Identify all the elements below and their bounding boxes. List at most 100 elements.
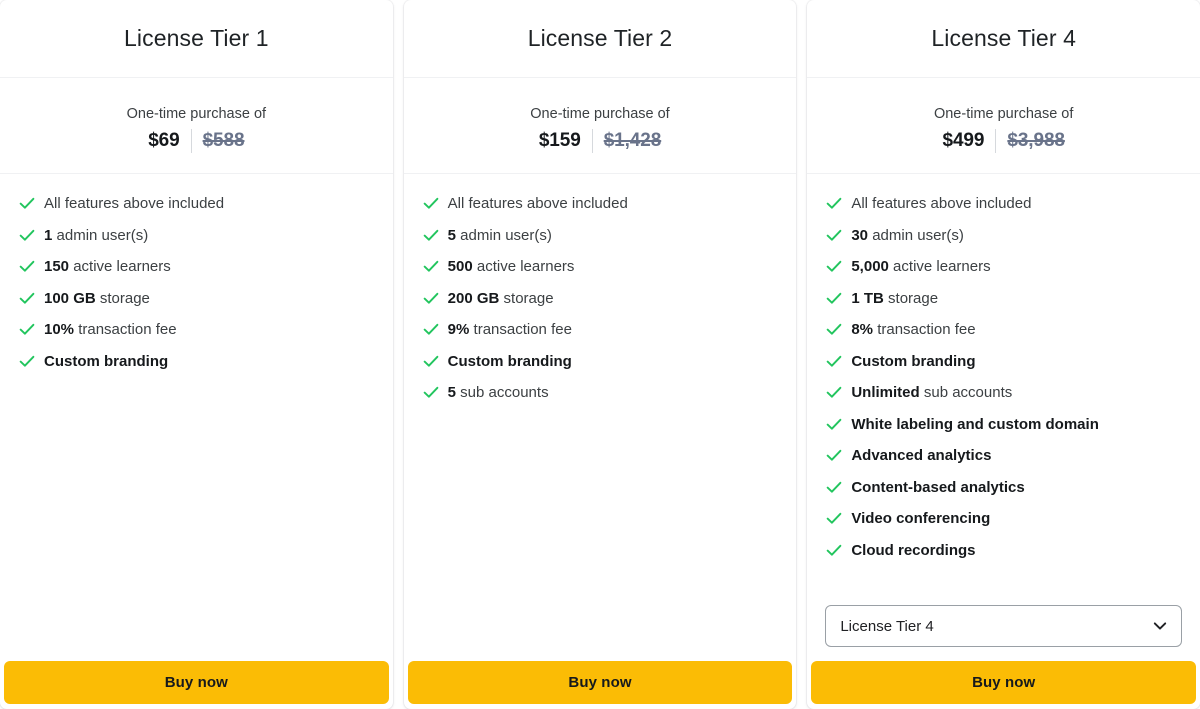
feature-label: 1 admin user(s) [44, 225, 148, 246]
feature-rest: storage [883, 289, 939, 307]
feature-label: 200 GB storage [448, 288, 554, 309]
buy-now-button[interactable]: Buy now [407, 661, 793, 704]
check-icon [826, 225, 842, 246]
feature-rest: Advanced analytics [851, 447, 992, 464]
price-divider [995, 129, 997, 154]
check-icon [826, 508, 842, 529]
feature-item: 5 sub accounts [404, 382, 797, 403]
feature-label: Custom branding [448, 351, 572, 372]
feature-item: Unlimited sub accounts [807, 382, 1200, 403]
feature-rest: transaction fee [469, 321, 572, 338]
check-icon [826, 351, 842, 372]
check-icon [19, 288, 35, 309]
check-icon [826, 414, 842, 435]
feature-label: All features above included [448, 193, 628, 214]
buy-now-button[interactable]: Buy now [4, 661, 389, 704]
price-original: $588 [202, 130, 245, 152]
feature-rest: All features above included [447, 195, 628, 212]
price-row: $69 $588 [148, 129, 245, 154]
feature-label: Custom branding [851, 351, 975, 372]
card-title: License Tier 1 [124, 24, 269, 51]
feature-label: 5,000 active learners [851, 256, 990, 277]
check-icon [826, 256, 842, 277]
feature-list: All features above included 5 admin user(… [404, 174, 797, 661]
feature-item: All features above included [0, 193, 393, 214]
check-icon [19, 351, 35, 372]
feature-item: 9% transaction fee [404, 319, 797, 340]
price-block: One-time purchase of $499 $3,988 [807, 78, 1200, 174]
feature-item: All features above included [807, 193, 1200, 214]
feature-label: 100 GB storage [44, 288, 150, 309]
feature-rest: Custom branding [44, 352, 169, 370]
feature-highlight: 1 TB [851, 289, 884, 307]
pricing-card: License Tier 2 One-time purchase of $159 $1… [403, 0, 797, 709]
tier-select[interactable]: License Tier 4 [825, 605, 1183, 647]
check-icon [19, 256, 35, 277]
price-caption: One-time purchase of [933, 105, 1074, 122]
check-icon [826, 477, 842, 498]
check-icon [826, 288, 842, 309]
pricing-board: License Tier 1 One-time purchase of $69 $58… [0, 0, 1200, 709]
feature-item: Content-based analytics [807, 477, 1200, 498]
feature-label: 500 active learners [448, 256, 575, 277]
feature-rest: active learners [69, 258, 171, 275]
feature-label: All features above included [851, 193, 1031, 214]
feature-label: 5 admin user(s) [448, 225, 552, 246]
feature-label: Advanced analytics [851, 445, 991, 466]
price-original: $3,988 [1007, 130, 1065, 152]
feature-rest: active learners [888, 258, 991, 275]
buy-now-button[interactable]: Buy now [811, 661, 1197, 704]
feature-label: Custom branding [44, 351, 168, 372]
check-icon [423, 193, 439, 214]
feature-rest: White labeling and custom domain [851, 415, 1099, 433]
tier-select-wrap: License Tier 4 [807, 605, 1200, 661]
price-row: $159 $1,428 [538, 129, 662, 154]
check-icon [423, 351, 439, 372]
price-current: $69 [148, 130, 180, 152]
card-title: License Tier 2 [527, 24, 673, 51]
check-icon [19, 319, 35, 340]
feature-rest: transaction fee [873, 321, 976, 338]
feature-list: All features above included 30 admin user… [807, 174, 1200, 605]
feature-item: Custom branding [0, 351, 393, 372]
feature-item: 5 admin user(s) [404, 225, 797, 246]
check-icon [19, 193, 35, 214]
feature-rest: storage [95, 289, 150, 307]
card-header: License Tier 2 [403, 0, 797, 78]
feature-list: All features above included 1 admin user(… [0, 174, 393, 661]
card-title: License Tier 4 [931, 24, 1076, 51]
feature-rest: admin user(s) [456, 226, 552, 244]
feature-highlight: Unlimited [851, 384, 920, 401]
feature-item: White labeling and custom domain [807, 414, 1200, 435]
feature-label: Unlimited sub accounts [851, 382, 1012, 403]
feature-highlight: 100 GB [44, 289, 96, 307]
feature-highlight: 8% [851, 321, 874, 338]
feature-label: 10% transaction fee [44, 319, 177, 340]
feature-item: 150 active learners [0, 256, 393, 277]
feature-rest: sub accounts [456, 384, 549, 401]
check-icon [19, 225, 35, 246]
feature-rest: admin user(s) [868, 226, 964, 244]
check-icon [826, 319, 842, 340]
feature-highlight: 10% [44, 321, 75, 338]
feature-label: 150 active learners [44, 256, 171, 277]
feature-label: Cloud recordings [851, 540, 975, 561]
check-icon [826, 382, 842, 403]
check-icon [826, 540, 842, 561]
price-original: $1,428 [603, 130, 662, 152]
check-icon [423, 382, 439, 403]
feature-rest: Custom branding [447, 352, 572, 370]
feature-highlight: 30 [851, 226, 869, 244]
feature-item: 30 admin user(s) [807, 225, 1200, 246]
chevron-down-icon[interactable] [1152, 618, 1168, 634]
feature-highlight: 5,000 [851, 258, 889, 275]
feature-label: 8% transaction fee [851, 319, 975, 340]
feature-item: 200 GB storage [404, 288, 797, 309]
card-header: License Tier 4 [807, 0, 1200, 78]
feature-rest: transaction fee [74, 321, 177, 338]
price-current: $159 [538, 130, 581, 152]
check-icon [423, 319, 439, 340]
feature-highlight: 5 [447, 384, 457, 401]
feature-label: Video conferencing [851, 508, 990, 529]
feature-rest: Cloud recordings [851, 541, 976, 559]
